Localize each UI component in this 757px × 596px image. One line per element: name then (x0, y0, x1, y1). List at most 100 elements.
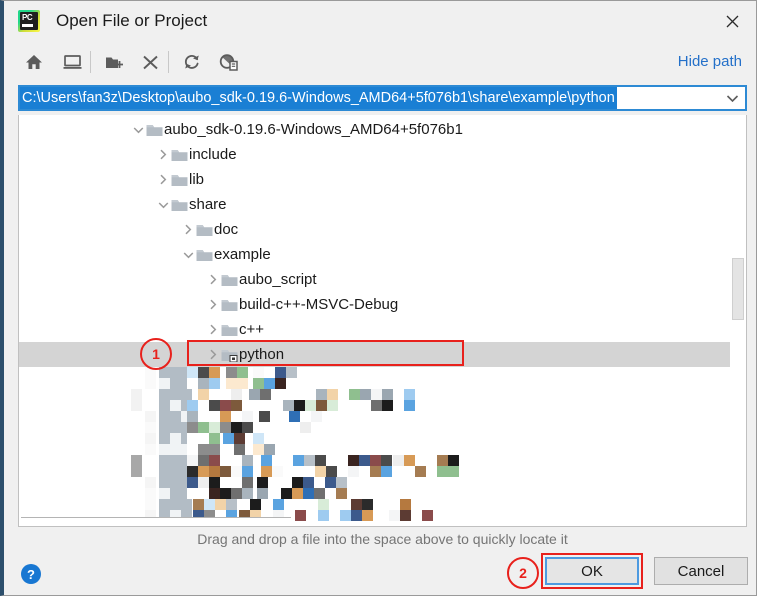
mosaic-cell (275, 367, 286, 378)
mosaic-cell (131, 400, 142, 411)
mosaic-cell (393, 466, 404, 477)
page-title: Open File or Project (56, 11, 208, 30)
mosaic-cell (159, 433, 170, 444)
tree-row-label: python (239, 346, 285, 363)
mosaic-cell (223, 433, 234, 444)
cancel-button[interactable]: Cancel (654, 557, 748, 585)
folder-icon (220, 342, 238, 367)
chevron-right-icon[interactable] (156, 142, 170, 167)
home-icon[interactable] (20, 49, 48, 75)
hide-path-link[interactable]: Hide path (678, 53, 742, 70)
mosaic-cell (187, 400, 198, 411)
chevron-right-icon[interactable] (206, 317, 220, 342)
mosaic-cell (318, 499, 329, 510)
delete-icon[interactable] (136, 49, 164, 75)
mosaic-cell (237, 367, 248, 378)
chevron-right-icon[interactable] (206, 292, 220, 317)
mosaic-cell (145, 367, 156, 378)
refresh-icon[interactable] (178, 49, 206, 75)
drag-drop-hint: Drag and drop a file into the space abov… (197, 531, 568, 547)
mosaic-cell (209, 400, 220, 411)
mosaic-cell (340, 499, 351, 510)
folder-icon (195, 242, 213, 267)
tree-vertical-scrollbar-thumb[interactable] (732, 258, 744, 320)
mosaic-cell (404, 400, 415, 411)
mosaic-cell (159, 411, 170, 422)
tree-row-label: lib (189, 171, 205, 188)
mosaic-cell (170, 400, 181, 411)
chevron-down-icon[interactable] (131, 117, 145, 142)
tree-vertical-scrollbar[interactable] (730, 115, 746, 526)
open-file-dialog: PC Open File or Project Hide path C:\Use… (0, 0, 757, 596)
mosaic-cell (314, 488, 325, 499)
ok-button[interactable]: OK (545, 557, 639, 585)
mosaic-cell (145, 477, 156, 488)
chevron-right-icon[interactable] (156, 167, 170, 192)
mosaic-cell (253, 378, 264, 389)
mosaic-cell (198, 488, 209, 499)
mosaic-cell (373, 499, 384, 510)
tree-row[interactable]: lib (19, 167, 746, 192)
chevron-down-icon[interactable] (719, 87, 745, 109)
mosaic-cell (253, 433, 264, 444)
mosaic-cell (231, 422, 242, 433)
show-hidden-icon[interactable] (214, 49, 242, 75)
mosaic-cell (220, 422, 231, 433)
tree-row[interactable]: aubo_script (19, 267, 746, 292)
chevron-down-icon[interactable] (156, 192, 170, 217)
mosaic-cell (170, 422, 181, 433)
mosaic-cell (226, 499, 237, 510)
mosaic-cell (187, 433, 198, 444)
mosaic-cell (264, 433, 275, 444)
mosaic-cell (209, 466, 220, 477)
tree-horizontal-scrollbar-thumb[interactable] (21, 517, 291, 525)
tree-row[interactable]: aubo_sdk-0.19.6-Windows_AMD64+5f076b1 (19, 117, 746, 142)
chevron-right-icon[interactable] (181, 217, 195, 242)
mosaic-cell (404, 389, 415, 400)
mosaic-cell (170, 433, 181, 444)
tree-horizontal-scrollbar[interactable] (19, 516, 746, 526)
mosaic-cell (281, 488, 292, 499)
new-folder-icon[interactable] (100, 49, 128, 75)
mosaic-cell (159, 400, 170, 411)
mosaic-cell (415, 466, 426, 477)
tree-row[interactable]: doc (19, 217, 746, 242)
chevron-right-icon[interactable] (206, 342, 220, 367)
tree-row[interactable]: share (19, 192, 746, 217)
mosaic-cell (193, 499, 204, 510)
mosaic-cell (209, 422, 220, 433)
mosaic-cell (187, 466, 198, 477)
mosaic-cell (231, 400, 242, 411)
mosaic-cell (448, 455, 459, 466)
mosaic-cell (181, 499, 192, 510)
tree-row[interactable]: python (19, 342, 746, 367)
tree-row[interactable]: c++ (19, 317, 746, 342)
desktop-icon[interactable] (58, 49, 86, 75)
tree-row[interactable]: build-c++-MSVC-Debug (19, 292, 746, 317)
close-icon[interactable] (709, 2, 755, 40)
mosaic-cell (242, 455, 253, 466)
mosaic-cell (145, 444, 156, 455)
mosaic-cell (305, 400, 316, 411)
chevron-down-icon[interactable] (181, 242, 195, 267)
mosaic-cell (187, 444, 198, 455)
tree-row[interactable]: include (19, 142, 746, 167)
file-tree[interactable]: aubo_sdk-0.19.6-Windows_AMD64+5f076b1 inc… (18, 115, 747, 527)
chevron-right-icon[interactable] (206, 267, 220, 292)
mosaic-cell (170, 444, 181, 455)
tree-row-label: example (214, 246, 271, 263)
mosaic-cell (159, 477, 170, 488)
mosaic-cell (437, 466, 448, 477)
mosaic-cell (283, 400, 294, 411)
mosaic-cell (242, 477, 253, 488)
tree-row-label: build-c++-MSVC-Debug (239, 296, 399, 313)
tree-row[interactable]: example (19, 242, 746, 267)
path-input[interactable]: C:\Users\fan3z\Desktop\aubo_sdk-0.19.6-W… (20, 87, 617, 109)
mosaic-cell (131, 455, 142, 466)
mosaic-cell (131, 389, 142, 400)
help-button[interactable]: ? (21, 564, 41, 584)
mosaic-cell (159, 466, 170, 477)
path-combobox[interactable]: C:\Users\fan3z\Desktop\aubo_sdk-0.19.6-W… (18, 85, 747, 111)
mosaic-cell (170, 389, 181, 400)
folder-icon (170, 192, 188, 217)
